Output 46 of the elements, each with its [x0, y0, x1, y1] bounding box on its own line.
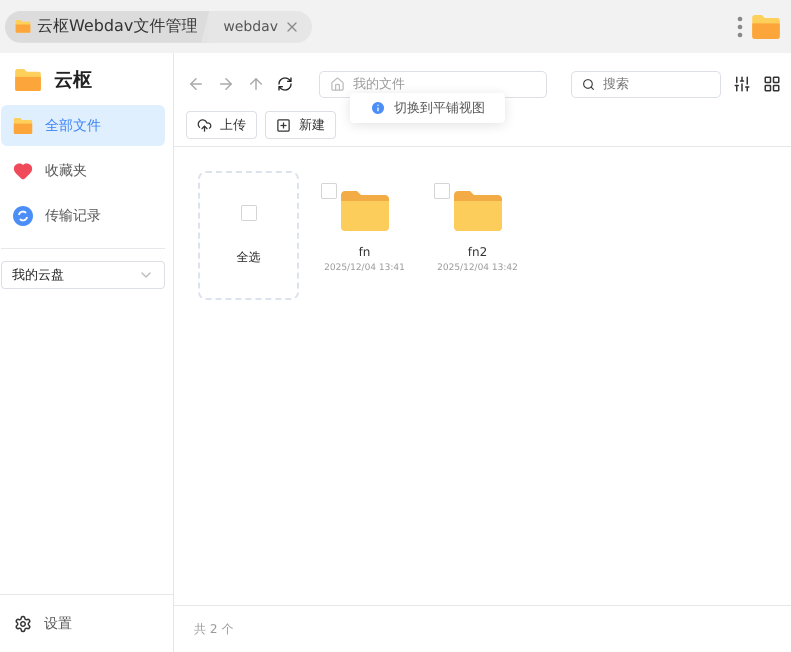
sidebar-item[interactable]: 传输记录 — [1, 195, 165, 236]
sliders-icon[interactable] — [733, 75, 751, 93]
folder-icon[interactable] — [454, 191, 502, 231]
info-icon — [370, 100, 386, 116]
folder-icon[interactable] — [340, 191, 388, 231]
settings-label[interactable]: 设置 — [44, 614, 72, 632]
checkbox[interactable] — [434, 183, 450, 199]
sync-icon — [13, 206, 33, 226]
item-count: 共 2 个 — [194, 620, 234, 638]
select-all-card[interactable]: 全选 — [198, 171, 299, 300]
search-icon — [582, 78, 595, 90]
sidebar-label: 收藏夹 — [45, 162, 87, 180]
home-icon — [330, 76, 345, 92]
up-icon[interactable] — [247, 75, 265, 93]
sidebar-item[interactable]: 收藏夹 — [1, 150, 165, 191]
tab-label: webdav — [223, 18, 278, 34]
plus-square-icon — [276, 118, 291, 132]
file-date: 2025/12/04 13:42 — [437, 263, 518, 273]
cloud-upload-icon — [197, 118, 212, 132]
file-date: 2025/12/04 13:41 — [324, 263, 405, 273]
back-icon[interactable] — [187, 75, 205, 93]
file-name[interactable]: fn2 — [468, 245, 488, 259]
heart-icon — [13, 160, 33, 180]
sidebar-label: 全部文件 — [45, 116, 101, 134]
file-name[interactable]: fn — [358, 245, 370, 259]
tooltip: 切换到平铺视图 — [350, 93, 505, 123]
grid-view-icon[interactable] — [763, 75, 781, 93]
checkbox[interactable] — [240, 205, 256, 221]
checkbox[interactable] — [321, 183, 337, 199]
folder-icon — [15, 20, 31, 33]
app-title: 云枢 — [54, 68, 92, 93]
folder-icon — [751, 14, 781, 38]
settings-icon[interactable] — [14, 614, 32, 632]
more-icon[interactable] — [737, 16, 743, 38]
refresh-icon[interactable] — [277, 76, 293, 92]
select-all-label: 全选 — [236, 249, 260, 266]
toolbar-button[interactable]: 新建 — [265, 111, 336, 139]
folder-icon — [14, 68, 42, 92]
tab-label: 云枢Webdav文件管理 — [37, 16, 198, 37]
forward-icon[interactable] — [217, 75, 235, 93]
sidebar-label: 传输记录 — [45, 206, 101, 224]
tab[interactable]: 云枢Webdav文件管理 — [5, 10, 210, 42]
drive-select[interactable]: 我的云盘 — [1, 261, 165, 289]
toolbar-button[interactable]: 上传 — [186, 111, 257, 139]
folder-icon — [13, 118, 33, 134]
search-field[interactable]: 搜索 — [571, 70, 721, 98]
